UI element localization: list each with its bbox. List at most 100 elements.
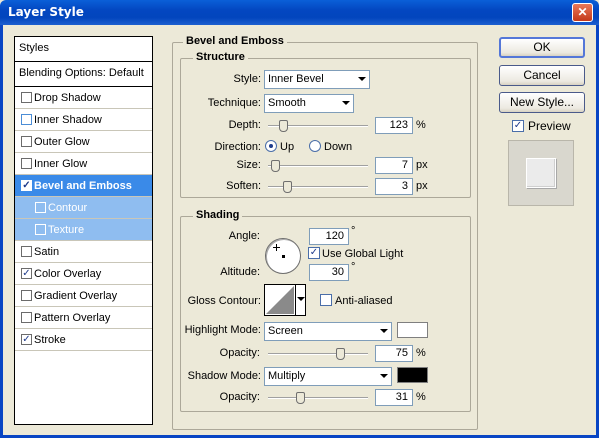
style-item-bevel-and-emboss[interactable]: ✓ Bevel and Emboss (15, 175, 152, 197)
highlight-mode-label: Highlight Mode: (184, 324, 261, 336)
style-item-color-overlay[interactable]: ✓ Color Overlay (15, 263, 152, 285)
style-checkbox[interactable]: ✓ (21, 334, 32, 345)
shadow-opacity-unit: % (416, 391, 426, 403)
size-unit: px (416, 159, 428, 171)
style-item-drop-shadow[interactable]: Drop Shadow (15, 87, 152, 109)
style-item-label: Satin (34, 246, 60, 258)
soften-slider[interactable] (268, 181, 368, 193)
style-checkbox[interactable] (21, 136, 32, 147)
technique-select[interactable]: Smooth (264, 94, 354, 113)
soften-slider-thumb[interactable] (283, 181, 292, 193)
size-input[interactable]: 7 (375, 157, 413, 174)
depth-label: Depth: (228, 119, 261, 131)
depth-input[interactable]: 123 (375, 117, 413, 134)
contour-linear-icon (266, 286, 294, 314)
style-item-label: Contour (48, 202, 88, 214)
chevron-down-icon (358, 77, 366, 81)
style-checkbox[interactable] (21, 290, 32, 301)
global-light-label: Use Global Light (322, 248, 404, 260)
style-item-label: Inner Glow (34, 158, 88, 170)
altitude-input[interactable]: 30 (309, 264, 349, 281)
style-item-inner-glow[interactable]: Inner Glow (15, 153, 152, 175)
new-style-button[interactable]: New Style... (499, 92, 585, 113)
shading-title: Shading (193, 209, 243, 221)
technique-label: Technique: (207, 97, 261, 109)
depth-slider[interactable] (268, 120, 368, 132)
style-checkbox[interactable]: ✓ (21, 180, 32, 191)
angle-dial[interactable] (265, 238, 301, 274)
direction-down-label: Down (324, 141, 353, 153)
chevron-down-icon (380, 329, 388, 333)
size-slider-track (268, 165, 368, 167)
shadow-mode-select[interactable]: Multiply (264, 367, 392, 386)
style-item-pattern-overlay[interactable]: Pattern Overlay (15, 307, 152, 329)
style-item-texture[interactable]: Texture (15, 219, 152, 241)
highlight-opacity-track (268, 353, 368, 355)
shadow-opacity-slider[interactable] (268, 392, 368, 404)
highlight-opacity-label: Opacity: (219, 347, 260, 359)
highlight-mode-value: Screen (268, 325, 303, 337)
technique-select-value: Smooth (268, 97, 306, 109)
highlight-opacity-slider[interactable] (268, 348, 368, 360)
highlight-opacity-unit: % (416, 347, 426, 359)
soften-unit: px (416, 180, 428, 192)
style-item-label: Drop Shadow (34, 92, 101, 104)
altitude-label: Altitude: (220, 266, 260, 278)
style-item-label: Outer Glow (34, 136, 90, 148)
direction-label: Direction: (214, 141, 261, 153)
style-checkbox[interactable] (21, 114, 32, 125)
style-item-outer-glow[interactable]: Outer Glow (15, 131, 152, 153)
style-checkbox[interactable]: ✓ (21, 268, 32, 279)
angle-input[interactable]: 120 (309, 228, 349, 245)
shadow-color-swatch[interactable] (397, 367, 428, 383)
style-checkbox[interactable] (21, 92, 32, 103)
cancel-button[interactable]: Cancel (499, 65, 585, 86)
style-item-satin[interactable]: Satin (15, 241, 152, 263)
style-item-label: Color Overlay (34, 268, 102, 280)
gloss-contour-picker[interactable] (264, 284, 306, 316)
highlight-opacity-thumb[interactable] (336, 348, 345, 360)
antialiased-checkbox[interactable] (320, 294, 332, 306)
shadow-opacity-input[interactable]: 31 (375, 389, 413, 406)
style-item-label: Pattern Overlay (34, 312, 111, 324)
size-label: Size: (236, 159, 261, 171)
preview-checkbox[interactable]: ✓ (512, 120, 524, 132)
global-light-checkbox[interactable]: ✓ (308, 247, 320, 259)
style-checkbox[interactable] (35, 202, 46, 213)
direction-down-radio[interactable] (309, 140, 321, 152)
window-title: Layer Style (8, 5, 84, 19)
size-slider-thumb[interactable] (271, 160, 280, 172)
angle-center-dot (282, 255, 285, 258)
style-item-gradient-overlay[interactable]: Gradient Overlay (15, 285, 152, 307)
shadow-opacity-thumb[interactable] (296, 392, 305, 404)
angle-unit: ° (351, 225, 356, 237)
highlight-color-swatch[interactable] (397, 322, 428, 338)
style-checkbox[interactable] (21, 246, 32, 257)
altitude-unit: ° (351, 261, 356, 273)
highlight-mode-select[interactable]: Screen (264, 322, 392, 341)
styles-header[interactable]: Styles (15, 37, 152, 62)
style-item-label: Bevel and Emboss (34, 180, 132, 192)
chevron-down-icon (380, 374, 388, 378)
soften-input[interactable]: 3 (375, 178, 413, 195)
highlight-opacity-input[interactable]: 75 (375, 345, 413, 362)
style-item-label: Stroke (34, 334, 66, 346)
style-checkbox[interactable] (35, 224, 46, 235)
shadow-opacity-label: Opacity: (219, 391, 260, 403)
title-bar: Layer Style ✕ (0, 0, 599, 25)
style-select[interactable]: Inner Bevel (264, 70, 370, 89)
preview-label: Preview (528, 119, 571, 133)
style-select-value: Inner Bevel (268, 73, 324, 85)
depth-slider-thumb[interactable] (279, 120, 288, 132)
style-item-stroke[interactable]: ✓ Stroke (15, 329, 152, 351)
style-item-inner-shadow[interactable]: Inner Shadow (15, 109, 152, 131)
size-slider[interactable] (268, 160, 368, 172)
direction-up-radio[interactable] (265, 140, 277, 152)
style-checkbox[interactable] (21, 312, 32, 323)
style-item-contour[interactable]: Contour (15, 197, 152, 219)
style-checkbox[interactable] (21, 158, 32, 169)
ok-button[interactable]: OK (499, 37, 585, 58)
blending-options-item[interactable]: Blending Options: Default (15, 62, 152, 87)
chevron-down-icon (295, 285, 305, 315)
close-button[interactable]: ✕ (572, 3, 593, 22)
